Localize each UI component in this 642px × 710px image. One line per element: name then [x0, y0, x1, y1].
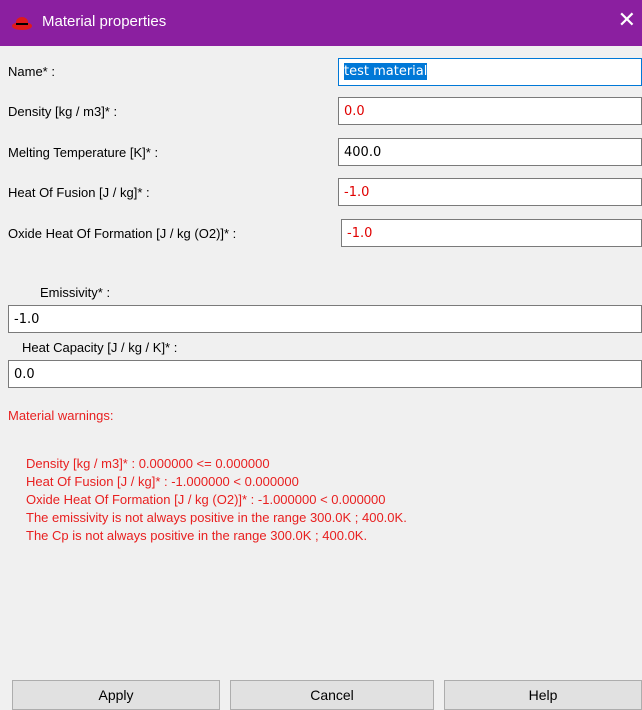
density-field[interactable] [338, 97, 642, 125]
density-label: Density [kg / m3]* : [8, 104, 118, 119]
warnings-title: Material warnings: [8, 408, 114, 423]
close-icon[interactable]: ✕ [618, 8, 636, 34]
apply-button[interactable]: Apply [12, 680, 220, 710]
heat-capacity-label: Heat Capacity [J / kg / K]* : [22, 340, 178, 355]
help-button[interactable]: Help [444, 680, 642, 710]
title-bar[interactable]: Material properties ✕ [0, 0, 642, 46]
heat-capacity-field[interactable] [8, 360, 642, 388]
name-label: Name* : [8, 64, 55, 79]
emissivity-label: Emissivity* : [40, 285, 111, 300]
name-field[interactable]: test material [338, 58, 642, 86]
oxide-heat-label: Oxide Heat Of Formation [J / kg (O2)]* : [8, 226, 237, 241]
app-logo-icon [12, 17, 32, 30]
oxide-heat-field[interactable] [341, 219, 642, 247]
heat-of-fusion-field[interactable] [338, 178, 642, 206]
melting-temperature-field[interactable] [338, 138, 642, 166]
warning-line: Oxide Heat Of Formation [J / kg (O2)]* :… [26, 492, 386, 507]
melting-temperature-label: Melting Temperature [K]* : [8, 145, 159, 160]
window-title: Material properties [42, 13, 167, 30]
warning-line: The Cp is not always positive in the ran… [26, 528, 368, 543]
warning-line: Heat Of Fusion [J / kg]* : -1.000000 < 0… [26, 474, 299, 489]
heat-of-fusion-label: Heat Of Fusion [J / kg]* : [8, 185, 150, 200]
warning-line: The emissivity is not always positive in… [26, 510, 407, 525]
warning-line: Density [kg / m3]* : 0.000000 <= 0.00000… [26, 456, 270, 471]
warnings-list: Density [kg / m3]* : 0.000000 <= 0.00000… [26, 455, 407, 545]
cancel-button[interactable]: Cancel [230, 680, 434, 710]
emissivity-field[interactable] [8, 305, 642, 333]
